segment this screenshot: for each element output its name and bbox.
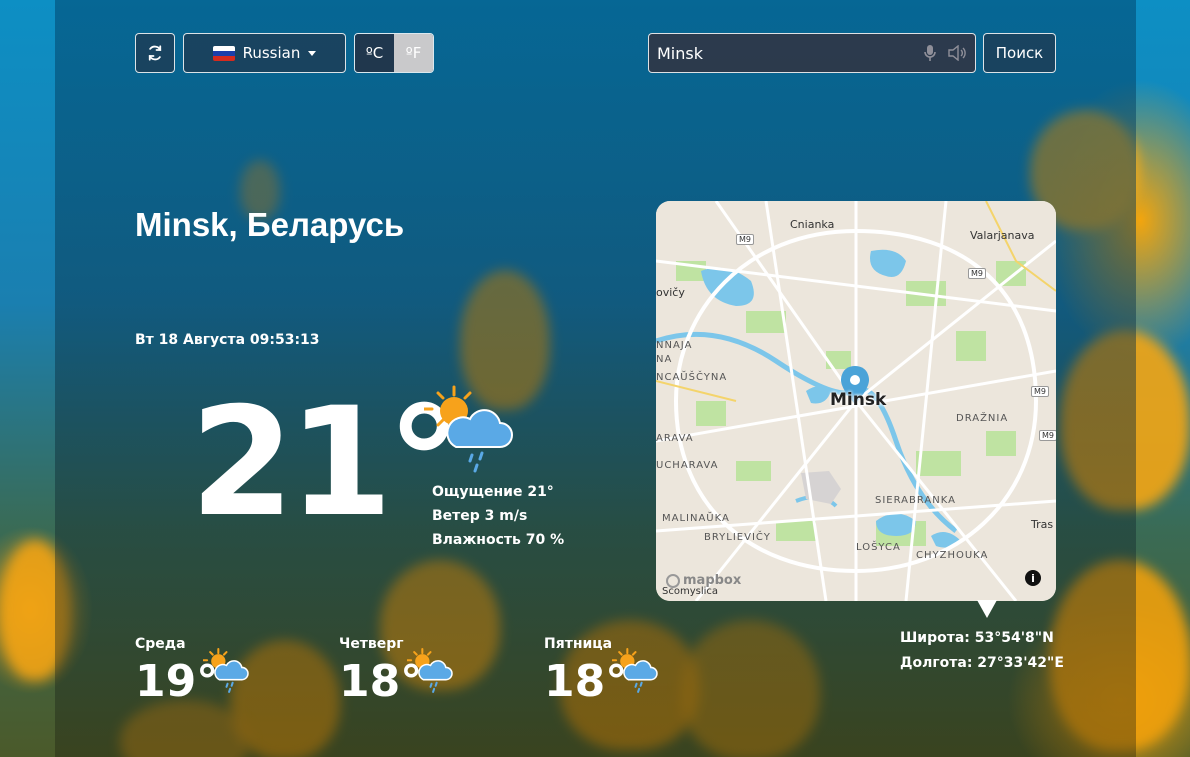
location-title: Minsk, Беларусь bbox=[135, 206, 404, 244]
partly-cloudy-rain-icon bbox=[424, 385, 513, 473]
map-label: ovičy bbox=[656, 286, 685, 299]
partly-cloudy-rain-icon bbox=[612, 648, 658, 693]
longitude: Долгота: 27°33'42"E bbox=[900, 655, 1064, 671]
search-value[interactable]: Minsk bbox=[657, 44, 923, 63]
feels-like: Ощущение 21° bbox=[432, 484, 554, 500]
speaker-icon[interactable] bbox=[947, 45, 967, 61]
map-label: UCHARAVA bbox=[656, 460, 719, 471]
map-city-label: Minsk bbox=[830, 390, 887, 410]
refresh-button[interactable] bbox=[135, 33, 175, 73]
map-label: BRYLIEVIČY bbox=[704, 532, 771, 543]
celsius-button[interactable]: ºC bbox=[355, 34, 394, 72]
current-datetime: Вт 18 Августа 09:53:13 bbox=[135, 332, 320, 348]
map-label: Cnianka bbox=[790, 218, 835, 231]
caret-down-icon bbox=[308, 50, 317, 56]
refresh-icon bbox=[148, 45, 162, 61]
road-shield: M9 bbox=[1031, 386, 1049, 397]
map-label: CHYZHOUKA bbox=[916, 550, 989, 561]
language-select[interactable]: Russian bbox=[183, 33, 346, 73]
map-pointer bbox=[977, 600, 997, 618]
search-button[interactable]: Поиск bbox=[983, 33, 1056, 73]
forecast-day-2: Четверг 18° bbox=[339, 636, 509, 726]
info-icon[interactable]: i bbox=[1025, 570, 1041, 586]
forecast-day-1: Среда 19° bbox=[135, 636, 305, 726]
latitude: Широта: 53°54'8"N bbox=[900, 630, 1054, 646]
location-map[interactable]: Cnianka Valarjanava ovičy NNAJA NA NCAŬŠ… bbox=[656, 201, 1056, 601]
coordinates: Широта: 53°54'8"N Долгота: 27°33'42"E bbox=[900, 626, 1064, 676]
map-label: MALINAŬKA bbox=[662, 513, 730, 524]
map-label: Tras bbox=[1031, 518, 1054, 531]
map-label: SIERABRANKA bbox=[875, 495, 956, 506]
fahrenheit-button[interactable]: ºF bbox=[394, 34, 433, 72]
map-label: NNAJA bbox=[656, 340, 693, 351]
location-separator: , bbox=[228, 206, 247, 243]
current-temperature: 21° bbox=[190, 376, 462, 550]
wind-speed: Ветер 3 m/s bbox=[432, 508, 528, 524]
mapbox-logo[interactable]: mapbox bbox=[666, 573, 741, 588]
road-shield: M9 bbox=[1039, 430, 1056, 441]
current-time: 09:53:13 bbox=[249, 332, 320, 348]
humidity: Влажность 70 % bbox=[432, 532, 565, 548]
mapbox-mark-icon bbox=[666, 573, 680, 588]
map-label: NA bbox=[656, 354, 673, 365]
map-label: ARAVA bbox=[656, 433, 694, 444]
road-shield: M9 bbox=[736, 234, 754, 245]
map-label: LOŠYCA bbox=[856, 542, 901, 553]
mapbox-label: mapbox bbox=[683, 573, 742, 588]
map-label: DRAŽNIA bbox=[956, 413, 1009, 424]
partly-cloudy-rain-icon bbox=[203, 648, 249, 693]
current-date: Вт 18 Августа bbox=[135, 332, 246, 348]
map-label: Valarjanava bbox=[970, 229, 1035, 242]
forecast-day-3: Пятница 18° bbox=[544, 636, 714, 726]
partly-cloudy-rain-icon bbox=[407, 648, 453, 693]
country-name: Беларусь bbox=[246, 206, 405, 243]
russia-flag-icon bbox=[212, 45, 235, 61]
road-shield: M9 bbox=[968, 268, 986, 279]
language-label: Russian bbox=[242, 44, 301, 62]
map-label: NCAŬŠČYNA bbox=[656, 372, 728, 383]
search-input[interactable]: Minsk bbox=[648, 33, 976, 73]
city-name: Minsk bbox=[135, 206, 229, 243]
unit-toggle: ºC ºF bbox=[354, 33, 434, 73]
microphone-icon[interactable] bbox=[923, 44, 937, 62]
current-details: Ощущение 21° Ветер 3 m/s Влажность 70 % bbox=[432, 480, 564, 552]
